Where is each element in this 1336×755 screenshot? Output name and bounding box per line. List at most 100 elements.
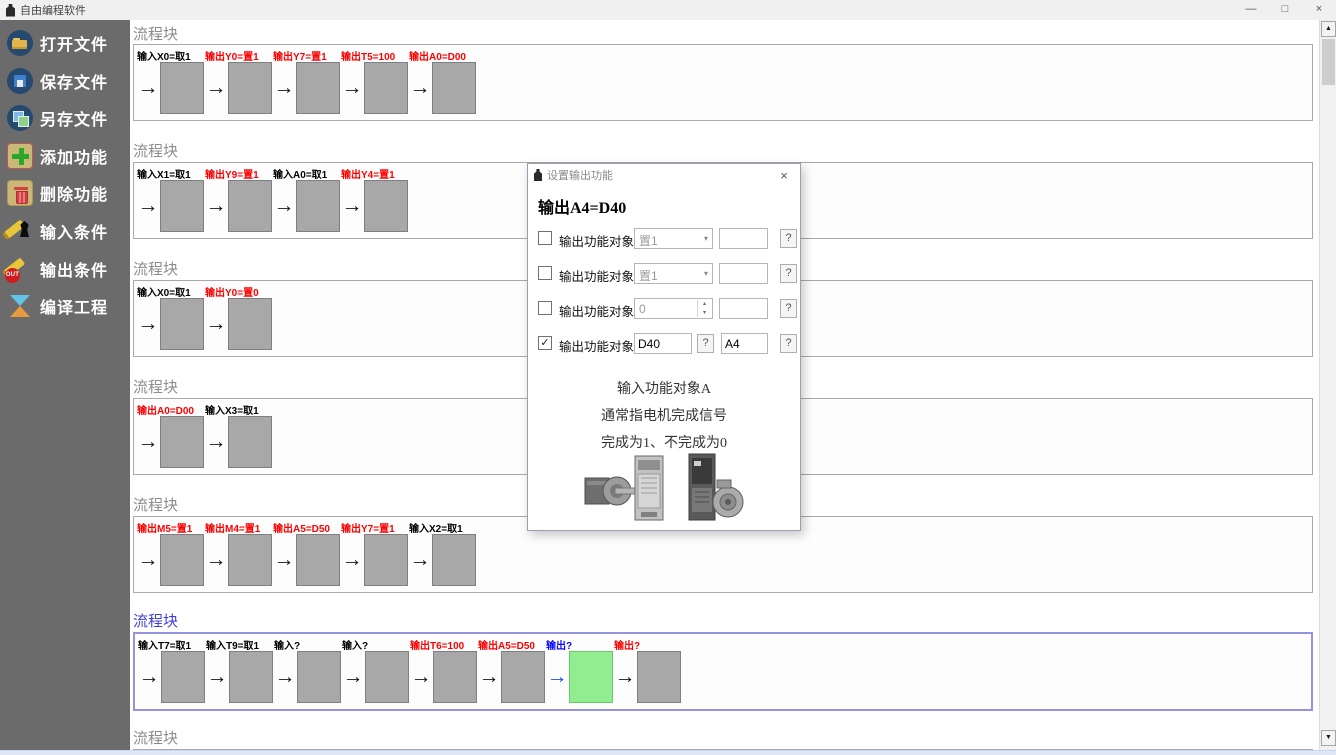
- flow-step[interactable]: 输出Y7=置1 →: [340, 520, 408, 586]
- arrow-icon: →: [205, 652, 229, 702]
- sidebar-button[interactable]: 另存文件: [7, 105, 130, 131]
- flow-step-block[interactable]: [569, 651, 613, 703]
- output-y-value-input[interactable]: [719, 263, 768, 284]
- spin-up-icon[interactable]: ▴: [698, 300, 711, 309]
- output-m-checkbox[interactable]: [538, 231, 552, 245]
- flow-step[interactable]: 输入X0=取1 →: [136, 284, 204, 350]
- flow-step[interactable]: 输出Y9=置1 →: [204, 166, 272, 232]
- output-y-combo[interactable]: 置1▾: [634, 263, 713, 284]
- spin-down-icon[interactable]: ▾: [698, 309, 711, 318]
- flow-step[interactable]: 输出A0=D00 →: [408, 48, 476, 114]
- output-t-spinner[interactable]: 0▴▾: [634, 298, 713, 319]
- sidebar-button[interactable]: 保存文件: [7, 68, 130, 94]
- chevron-down-icon: ▾: [704, 234, 708, 243]
- flow-step-block[interactable]: [228, 298, 272, 350]
- flow-step-block[interactable]: [228, 180, 272, 232]
- save-as-icon: [7, 105, 33, 131]
- flow-block-container-selected[interactable]: 输入T7=取1 → 输入T9=取1 → 输入? → 输入? →: [133, 632, 1313, 711]
- flow-step[interactable]: 输入T9=取1 →: [205, 637, 273, 703]
- flow-step-block[interactable]: [160, 180, 204, 232]
- flow-step[interactable]: 输入X0=取1 →: [136, 48, 204, 114]
- output-y-help-button[interactable]: ?: [780, 264, 797, 283]
- output-m-value-input[interactable]: [719, 228, 768, 249]
- sidebar-button[interactable]: 编译工程: [7, 293, 130, 319]
- flow-step[interactable]: 输出? →: [545, 637, 613, 703]
- flow-step[interactable]: 输出A5=D50 →: [477, 637, 545, 703]
- flow-step[interactable]: 输入X2=取1 →: [408, 520, 476, 586]
- sidebar-button[interactable]: 添加功能: [7, 143, 130, 169]
- flow-step-block[interactable]: [296, 180, 340, 232]
- step-label: 输出A5=D50: [478, 637, 545, 650]
- flow-step-block[interactable]: [365, 651, 409, 703]
- flow-step[interactable]: 输入X1=取1 →: [136, 166, 204, 232]
- flow-step-block[interactable]: [432, 62, 476, 114]
- flow-step[interactable]: 输出Y0=置1 →: [204, 48, 272, 114]
- output-m-combo[interactable]: 置1▾: [634, 228, 713, 249]
- flow-step-block[interactable]: [432, 534, 476, 586]
- step-label: 输入X1=取1: [137, 166, 204, 179]
- flow-step[interactable]: 输出Y0=置0 →: [204, 284, 272, 350]
- flow-block-container[interactable]: 输入X0=取1 → 输出Y0=置1 → 输出Y7=置1 → 输出T5=100 →: [133, 44, 1313, 121]
- flow-step-block[interactable]: [637, 651, 681, 703]
- scrollbar-thumb[interactable]: [1322, 39, 1335, 85]
- flow-step[interactable]: 输出A0=D00 →: [136, 402, 204, 468]
- output-t-checkbox[interactable]: [538, 301, 552, 315]
- flow-step-block[interactable]: [160, 62, 204, 114]
- flow-step[interactable]: 输入T7=取1 →: [137, 637, 205, 703]
- flow-step-block[interactable]: [160, 298, 204, 350]
- input-condition-icon: [7, 218, 33, 244]
- flow-step-block[interactable]: [433, 651, 477, 703]
- sidebar-button[interactable]: OUT 输出条件: [7, 256, 130, 282]
- flow-step[interactable]: 输入A0=取1 →: [272, 166, 340, 232]
- flow-step-block[interactable]: [160, 534, 204, 586]
- flow-step-block[interactable]: [296, 534, 340, 586]
- output-a-help-button-2[interactable]: ?: [780, 334, 797, 353]
- flow-step-block[interactable]: [228, 62, 272, 114]
- vertical-scrollbar[interactable]: ▲ ▼: [1319, 20, 1336, 750]
- sidebar-button[interactable]: 输入条件: [7, 218, 130, 244]
- flow-step-block[interactable]: [296, 62, 340, 114]
- output-object-a-row: ✓ 输出功能对象A ? ?: [528, 333, 800, 355]
- flow-step-block[interactable]: [364, 534, 408, 586]
- flow-step[interactable]: 输入? →: [273, 637, 341, 703]
- output-t-help-button[interactable]: ?: [780, 299, 797, 318]
- output-a-d-value-input[interactable]: [634, 333, 692, 354]
- dialog-info-text: 输入功能对象A 通常指电机完成信号 完成为1、不完成为0: [528, 376, 800, 457]
- output-m-help-button[interactable]: ?: [780, 229, 797, 248]
- flow-step-block[interactable]: [229, 651, 273, 703]
- flow-step-block[interactable]: [228, 534, 272, 586]
- scroll-up-icon[interactable]: ▲: [1321, 21, 1336, 37]
- sidebar-button[interactable]: 删除功能: [7, 180, 130, 206]
- maximize-button[interactable]: □: [1268, 0, 1302, 20]
- step-label: 输出Y0=置0: [205, 284, 272, 297]
- dialog-close-button[interactable]: ×: [774, 168, 794, 183]
- output-a-help-button-1[interactable]: ?: [697, 334, 714, 353]
- flow-step[interactable]: 输入? →: [341, 637, 409, 703]
- minimize-button[interactable]: —: [1234, 0, 1268, 20]
- flow-step-block[interactable]: [161, 651, 205, 703]
- flow-step-block[interactable]: [501, 651, 545, 703]
- flow-step[interactable]: 输入X3=取1 →: [204, 402, 272, 468]
- flow-step-block[interactable]: [364, 180, 408, 232]
- output-t-value-input[interactable]: [719, 298, 768, 319]
- flow-step[interactable]: 输出Y7=置1 →: [272, 48, 340, 114]
- arrow-icon: →: [136, 299, 160, 349]
- flow-step[interactable]: 输出? →: [613, 637, 681, 703]
- flow-step-block[interactable]: [364, 62, 408, 114]
- output-a-checkbox[interactable]: ✓: [538, 336, 552, 350]
- flow-step[interactable]: 输出T5=100 →: [340, 48, 408, 114]
- flow-step[interactable]: 输出Y4=置1 →: [340, 166, 408, 232]
- sidebar-button[interactable]: 打开文件: [7, 30, 130, 56]
- output-a-name-input[interactable]: [721, 333, 768, 354]
- spinner-buttons[interactable]: ▴▾: [697, 300, 711, 317]
- flow-step[interactable]: 输出T6=100 →: [409, 637, 477, 703]
- flow-step[interactable]: 输出M5=置1 →: [136, 520, 204, 586]
- flow-step[interactable]: 输出M4=置1 →: [204, 520, 272, 586]
- flow-step-block[interactable]: [160, 416, 204, 468]
- flow-step-block[interactable]: [297, 651, 341, 703]
- flow-step[interactable]: 输出A5=D50 →: [272, 520, 340, 586]
- close-button[interactable]: ×: [1302, 0, 1336, 20]
- output-y-checkbox[interactable]: [538, 266, 552, 280]
- flow-step-block[interactable]: [228, 416, 272, 468]
- scroll-down-icon[interactable]: ▼: [1321, 730, 1336, 746]
